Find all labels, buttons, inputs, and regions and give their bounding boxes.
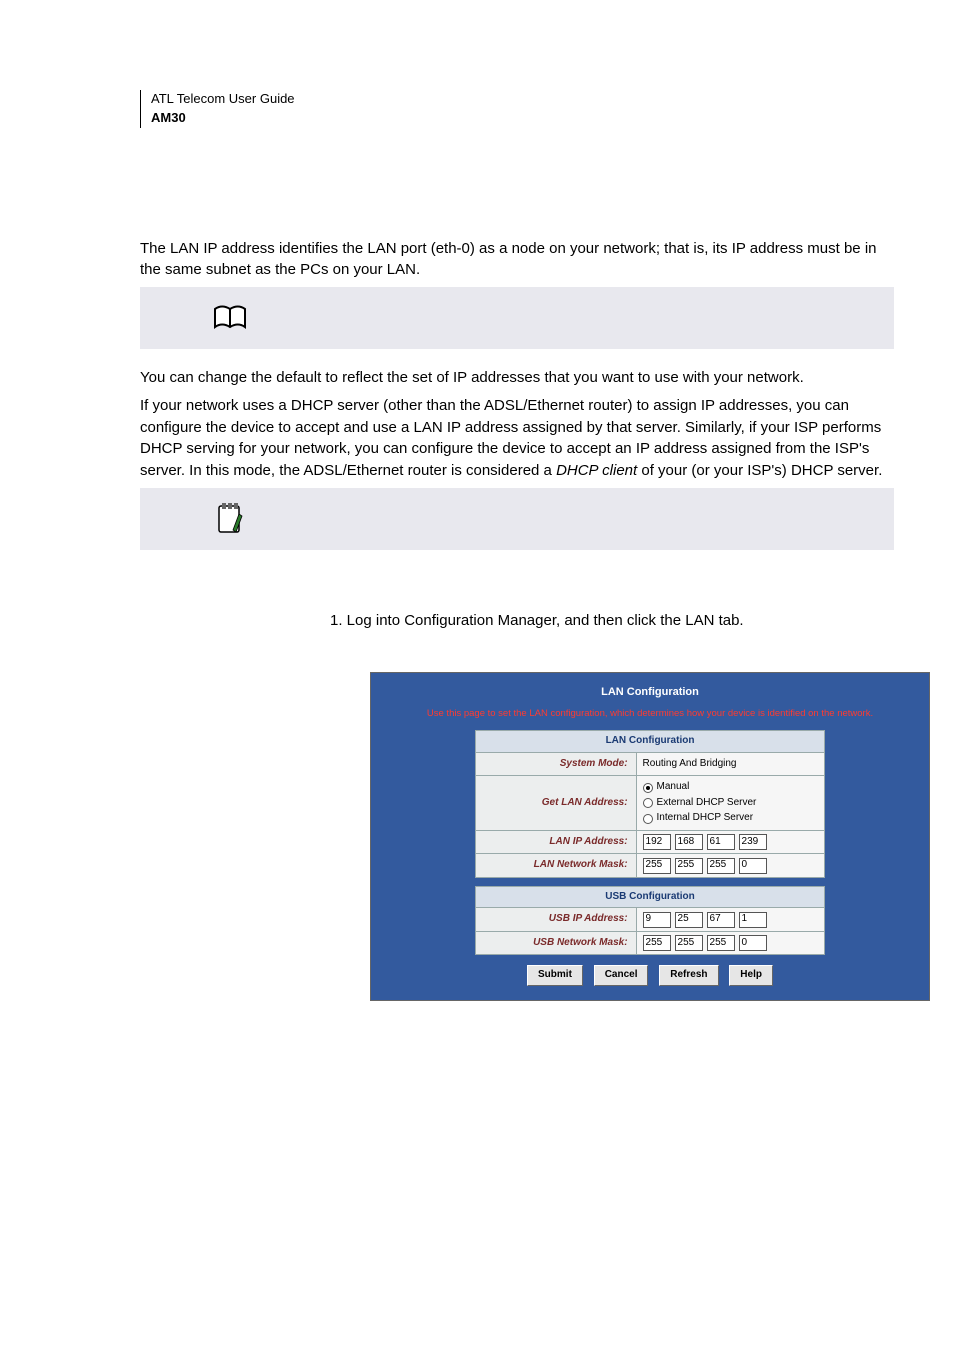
usb-ip-address-input[interactable]: 9 25 67 1 [643,912,818,928]
value-get-lan-address: Manual External DHCP Server Internal DHC… [636,776,824,831]
label-lan-ip: LAN IP Address: [476,830,637,854]
cancel-button[interactable]: Cancel [594,965,649,986]
label-lan-mask: LAN Network Mask: [476,854,637,878]
paragraph-dhcp-client: If your network uses a DHCP server (othe… [140,395,894,482]
doc-header-line1: ATL Telecom User Guide [151,90,894,109]
doc-header: ATL Telecom User Guide AM30 [140,90,894,128]
submit-button[interactable]: Submit [527,965,583,986]
usb-config-table: USB Configuration USB IP Address: 9 25 6… [475,886,825,956]
panel-note: Use this page to set the LAN configurati… [383,707,917,721]
button-row: Submit Cancel Refresh Help [383,965,917,986]
usb-section-header: USB Configuration [476,886,825,908]
lan-ip-address-input[interactable]: 192 168 61 239 [643,834,818,850]
label-usb-ip: USB IP Address: [476,908,637,932]
label-get-lan-address: Get LAN Address: [476,776,637,831]
label-system-mode: System Mode: [476,752,637,776]
value-system-mode: Routing And Bridging [636,752,824,776]
book-icon [140,287,320,349]
label-usb-mask: USB Network Mask: [476,931,637,955]
doc-header-line2: AM30 [151,109,894,128]
usb-network-mask-input[interactable]: 255 255 255 0 [643,935,818,951]
note-icon [140,488,320,550]
panel-title: LAN Configuration [383,685,917,701]
radio-manual[interactable] [643,783,653,793]
lan-network-mask-input[interactable]: 255 255 255 0 [643,858,818,874]
lan-config-screenshot: LAN Configuration Use this page to set t… [370,672,930,1001]
paragraph-change-default: You can change the default to reflect th… [140,367,894,389]
lan-section-header: LAN Configuration [476,731,825,753]
paragraph-lan-ip-intro: The LAN IP address identifies the LAN po… [140,238,894,282]
note-callout [140,488,894,550]
lan-config-table: LAN Configuration System Mode: Routing A… [475,730,825,878]
radio-internal-dhcp[interactable] [643,814,653,824]
help-button[interactable]: Help [729,965,773,986]
definition-callout [140,287,894,349]
step-1: 1. Log into Configuration Manager, and t… [330,610,894,632]
refresh-button[interactable]: Refresh [659,965,718,986]
radio-external-dhcp[interactable] [643,798,653,808]
